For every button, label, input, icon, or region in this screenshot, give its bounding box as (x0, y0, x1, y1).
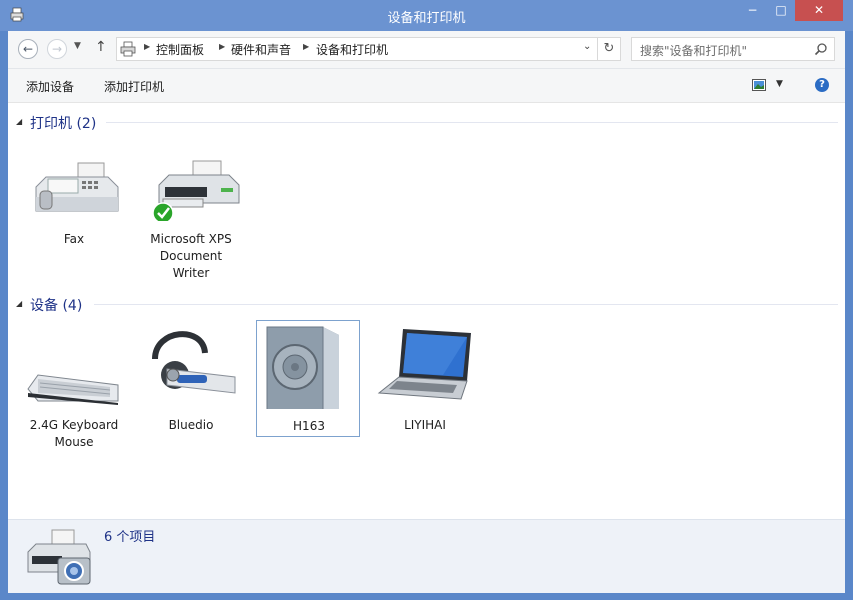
details-pane: 6 个项目 (8, 519, 845, 593)
breadcrumb-separator-icon[interactable]: ▶ (219, 42, 225, 51)
device-item-liyihai[interactable]: LIYIHAI (373, 319, 477, 449)
group-header-devices[interactable]: ◢ 设备 (4) (16, 295, 838, 314)
arrow-left-icon: ← (22, 42, 34, 56)
device-label: 2.4G Keyboard Mouse (29, 418, 119, 449)
forward-button[interactable]: → (47, 39, 67, 59)
address-dropdown[interactable]: ⌄ (583, 41, 591, 52)
breadcrumb-hardware-sound[interactable]: 硬件和声音 (231, 41, 291, 58)
device-item-h163[interactable]: H163 (256, 320, 360, 437)
explorer-window: 设备和打印机 − □ ✕ ← → ▼ ↑ ▶ 控制面板 ▶ 硬件和声音 ▶ 设备… (0, 0, 853, 600)
help-icon[interactable]: ? (815, 78, 829, 92)
group-header-printers[interactable]: ◢ 打印机 (2) (16, 113, 838, 132)
item-count: 6 个项目 (104, 530, 156, 545)
laptop-icon (377, 329, 471, 400)
group-title: 打印机 (2) (30, 116, 97, 132)
arrow-up-icon: ↑ (95, 39, 107, 55)
search-placeholder: 搜索"设备和打印机" (640, 44, 748, 58)
arrow-right-icon: → (51, 42, 63, 56)
device-label: Bluedio (168, 418, 214, 432)
window-title: 设备和打印机 (387, 11, 466, 26)
chevron-down-icon: ⌄ (583, 41, 592, 52)
fax-icon (35, 162, 119, 212)
minimize-button[interactable]: − (738, 0, 767, 21)
add-device-button[interactable]: 添加设备 (26, 78, 74, 95)
devices-printers-location-icon (120, 41, 136, 57)
chevron-down-icon: ▼ (776, 79, 783, 89)
client-area: ← → ▼ ↑ ▶ 控制面板 ▶ 硬件和声音 ▶ 设备和打印机 ⌄ ↻ 搜索"设… (8, 31, 845, 593)
device-item-keyboard-mouse[interactable]: 2.4G Keyboard Mouse (22, 319, 126, 449)
speaker-icon (266, 326, 339, 409)
close-button[interactable]: ✕ (795, 0, 843, 21)
collapse-triangle-icon[interactable]: ◢ (16, 299, 22, 308)
breadcrumb-devices-printers[interactable]: 设备和打印机 (316, 41, 388, 58)
group-divider (106, 122, 838, 123)
devices-printers-large-icon (27, 529, 91, 585)
device-label: Fax (63, 232, 85, 246)
up-button[interactable]: ↑ (95, 39, 107, 55)
navigation-bar: ← → ▼ ↑ ▶ 控制面板 ▶ 硬件和声音 ▶ 设备和打印机 ⌄ ↻ 搜索"设… (8, 31, 845, 69)
title-bar[interactable]: 设备和打印机 − □ ✕ (0, 0, 853, 31)
device-label: Microsoft XPS Document Writer (150, 232, 232, 280)
items-view: ◢ 打印机 (2) Fax Microsoft XPS Document Wri… (8, 103, 845, 518)
breadcrumb-control-panel[interactable]: 控制面板 (156, 41, 204, 58)
device-item-xps-writer[interactable]: Microsoft XPS Document Writer (139, 133, 243, 280)
headset-icon (152, 331, 236, 394)
back-button[interactable]: ← (18, 39, 38, 59)
command-bar: 添加设备 添加打印机 ▼ ? (8, 69, 845, 103)
add-printer-button[interactable]: 添加打印机 (104, 78, 164, 95)
group-title: 设备 (4) (30, 298, 83, 314)
printer-icon (152, 160, 240, 221)
maximize-button[interactable]: □ (767, 0, 795, 21)
breadcrumb-separator-icon[interactable]: ▶ (303, 42, 309, 51)
address-bar[interactable]: ▶ 控制面板 ▶ 硬件和声音 ▶ 设备和打印机 ⌄ ↻ (116, 37, 621, 61)
chevron-down-icon: ▼ (74, 41, 81, 51)
group-divider (94, 304, 838, 305)
device-item-fax[interactable]: Fax (22, 133, 126, 265)
keyboard-icon (27, 374, 119, 405)
device-item-bluedio[interactable]: Bluedio (139, 319, 243, 449)
device-label: LIYIHAI (404, 418, 446, 432)
breadcrumb-separator-icon[interactable]: ▶ (144, 42, 150, 51)
collapse-triangle-icon[interactable]: ◢ (16, 117, 22, 126)
refresh-icon: ↻ (603, 41, 615, 56)
refresh-button[interactable]: ↻ (597, 38, 620, 60)
view-options-dropdown[interactable]: ▼ (776, 79, 783, 89)
device-label: H163 (293, 419, 325, 433)
recent-locations-dropdown[interactable]: ▼ (74, 41, 81, 51)
change-view-icon[interactable] (752, 79, 766, 91)
search-box[interactable]: 搜索"设备和打印机" (631, 37, 835, 61)
search-icon[interactable] (814, 42, 828, 56)
